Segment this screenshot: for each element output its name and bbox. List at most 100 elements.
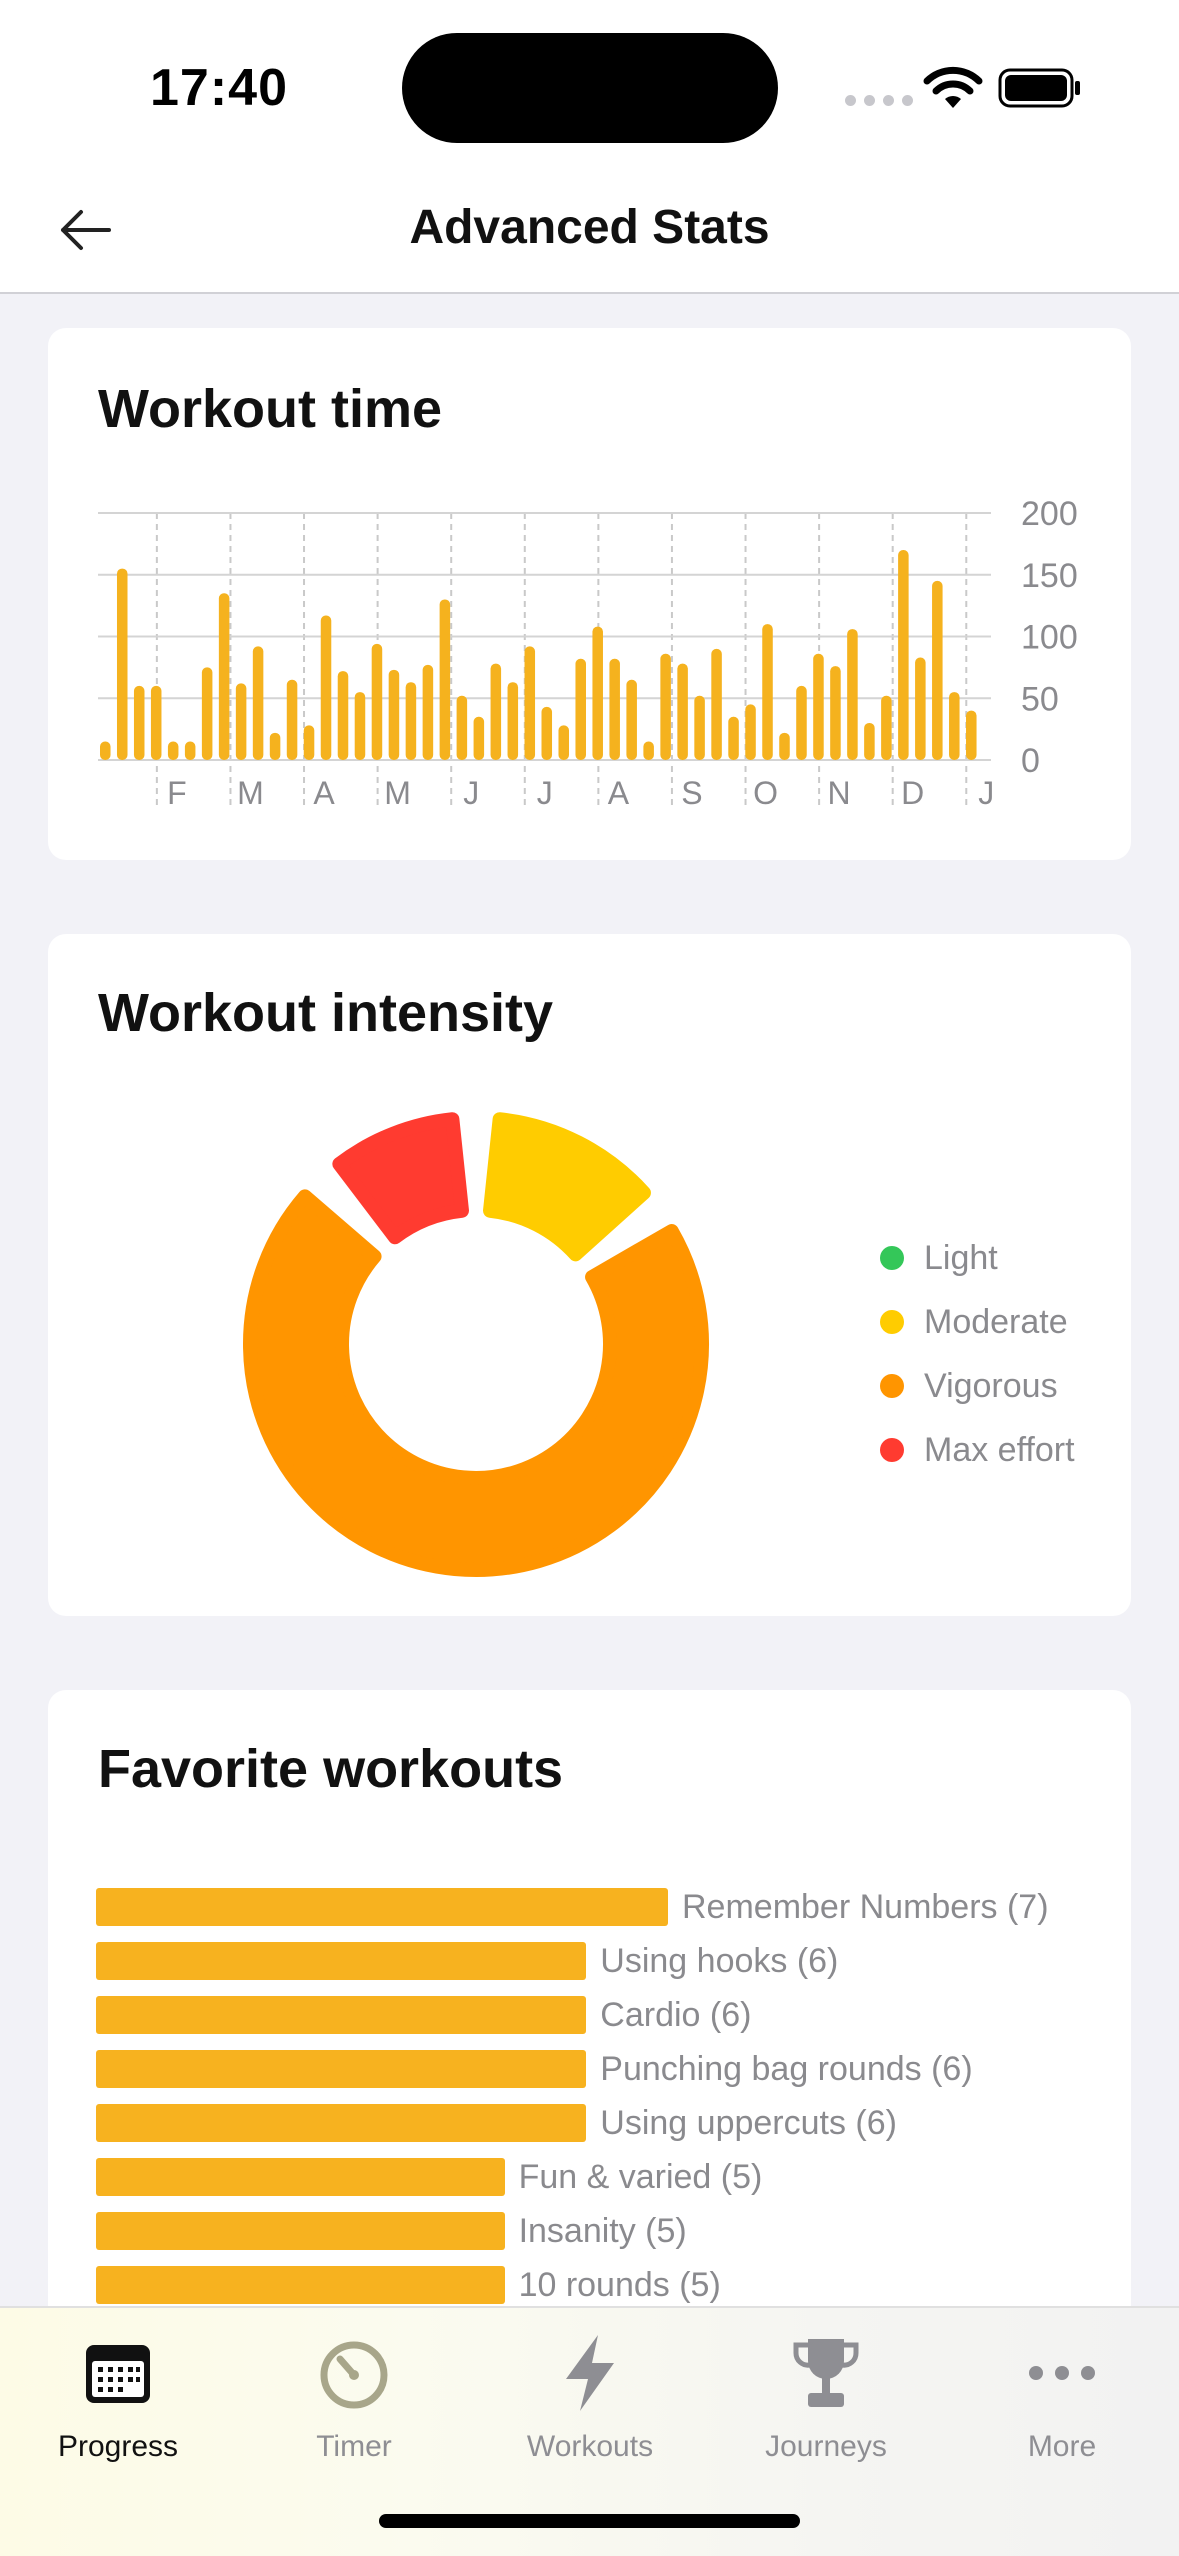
legend-item: Vigorous [880, 1354, 1075, 1418]
workout-time-bar [422, 664, 434, 760]
workout-time-bar [762, 624, 773, 760]
month-tick-label: J [537, 775, 553, 811]
favorite-workouts-title: Favorite workouts [98, 1739, 564, 1799]
navigation-bar: Advanced Stats [0, 170, 1179, 294]
workout-time-bar [949, 692, 960, 760]
favorite-workout-bar [96, 2050, 587, 2088]
tab-journeys[interactable]: Journeys [708, 2328, 944, 2464]
workout-time-bar [473, 716, 485, 760]
battery-icon [998, 68, 1080, 108]
legend-dot [880, 1310, 904, 1334]
month-tick-label: A [313, 775, 335, 811]
workout-time-bar [100, 741, 111, 760]
month-tick-label: D [901, 775, 924, 811]
workout-time-bar [507, 682, 519, 760]
workout-time-bar [201, 667, 213, 760]
workout-time-bar [830, 666, 841, 760]
workout-intensity-card: Workout intensity Light Moderate Vigorous M… [48, 934, 1131, 1616]
workout-time-bar [609, 658, 620, 760]
favorite-workout-bar [96, 1888, 668, 1926]
favorite-workout-row: Using uppercuts (6) [96, 2096, 1049, 2150]
favorite-workout-label: Fun & varied (5) [518, 2157, 763, 2196]
favorite-workout-label: Punching bag rounds (6) [600, 2049, 973, 2088]
workout-time-bar [558, 725, 570, 760]
favorite-workout-row: Insanity (5) [96, 2204, 1049, 2258]
tab-progress[interactable]: Progress [0, 2328, 236, 2464]
cellular-signal-icon [845, 95, 913, 106]
tab-workouts[interactable]: Workouts [472, 2328, 708, 2464]
legend-label: Moderate [924, 1302, 1068, 1341]
legend-dot [880, 1246, 904, 1270]
workout-time-bar [490, 663, 502, 760]
donut-slice-vigorous [243, 1189, 709, 1577]
favorite-workout-row: Cardio (6) [96, 1988, 1049, 2042]
favorite-workout-bar [96, 2266, 505, 2304]
workout-time-bar [711, 648, 722, 760]
legend-dot [880, 1374, 904, 1398]
calendar-icon [86, 2345, 150, 2403]
favorite-workout-bar [96, 2104, 587, 2142]
favorite-workout-label: Cardio (6) [600, 1995, 752, 2034]
workout-time-bar [116, 568, 128, 760]
favorite-workout-label: 10 rounds (5) [518, 2265, 721, 2304]
month-tick-label: N [828, 775, 851, 811]
workout-time-bar [626, 679, 637, 760]
workout-time-bar [269, 732, 281, 760]
favorite-workouts-list: Remember Numbers (7) Using hooks (6) Cardi… [96, 1880, 1049, 2312]
favorite-workout-bar [96, 1942, 587, 1980]
workout-time-bar [592, 626, 603, 760]
month-tick-label: J [463, 775, 479, 811]
workout-time-bar [320, 615, 332, 760]
workout-time-bar [881, 695, 892, 760]
y-tick-label: 150 [1021, 557, 1078, 595]
workout-time-bar [966, 710, 977, 760]
favorite-workout-row: Using hooks (6) [96, 1934, 1049, 1988]
workout-time-card: 0 50 100 150 200 F M A M J J A S O N D J Workout time [48, 328, 1131, 860]
month-tick-label: M [384, 775, 411, 811]
donut-slice-moderate [483, 1112, 651, 1262]
workout-time-bar [915, 657, 926, 760]
workout-time-bar [235, 683, 247, 760]
home-indicator [379, 2514, 800, 2528]
month-tick-label: M [237, 775, 264, 811]
workout-time-bar [252, 646, 264, 760]
month-tick-label: F [167, 775, 187, 811]
tab-timer-label: Timer [316, 2430, 392, 2463]
y-tick-label: 100 [1021, 619, 1078, 657]
month-tick-label: S [681, 775, 702, 811]
favorite-workout-row: Remember Numbers (7) [96, 1880, 1049, 1934]
dynamic-island [402, 33, 778, 143]
workout-time-bar [864, 722, 875, 760]
workout-time-bar [779, 732, 790, 760]
workout-time-bar [745, 704, 756, 760]
favorite-workout-label: Using uppercuts (6) [600, 2103, 897, 2142]
workout-time-bar [541, 706, 553, 760]
favorite-workout-bar [96, 2212, 505, 2250]
workout-time-bar [388, 669, 400, 760]
workout-time-bar [218, 593, 230, 760]
legend-label: Max effort [924, 1430, 1075, 1469]
legend-label: Vigorous [924, 1366, 1058, 1405]
workout-time-bar [439, 599, 451, 760]
workout-time-bar [575, 658, 586, 760]
workout-time-title: Workout time [98, 379, 443, 439]
favorite-workout-row: Punching bag rounds (6) [96, 2042, 1049, 2096]
tab-timer[interactable]: Timer [236, 2328, 472, 2464]
tab-more[interactable]: More [944, 2328, 1179, 2464]
workout-intensity-title: Workout intensity [98, 983, 554, 1043]
workout-time-bar [286, 679, 298, 760]
legend-item: Moderate [880, 1290, 1075, 1354]
workout-time-bar [660, 653, 671, 760]
workout-time-bar [643, 741, 654, 760]
favorite-workout-label: Using hooks (6) [600, 1941, 839, 1980]
status-time: 17:40 [150, 59, 288, 117]
y-tick-label: 200 [1021, 495, 1078, 533]
month-tick-label: O [753, 775, 778, 811]
workout-time-bar [847, 629, 858, 760]
y-tick-label: 0 [1021, 742, 1040, 780]
trophy-icon [793, 2339, 859, 2407]
stopwatch-icon [320, 2341, 388, 2409]
workout-time-bar [677, 663, 688, 760]
intensity-legend: Light Moderate Vigorous Max effort [880, 1226, 1075, 1482]
page-title: Advanced Stats [409, 201, 770, 254]
